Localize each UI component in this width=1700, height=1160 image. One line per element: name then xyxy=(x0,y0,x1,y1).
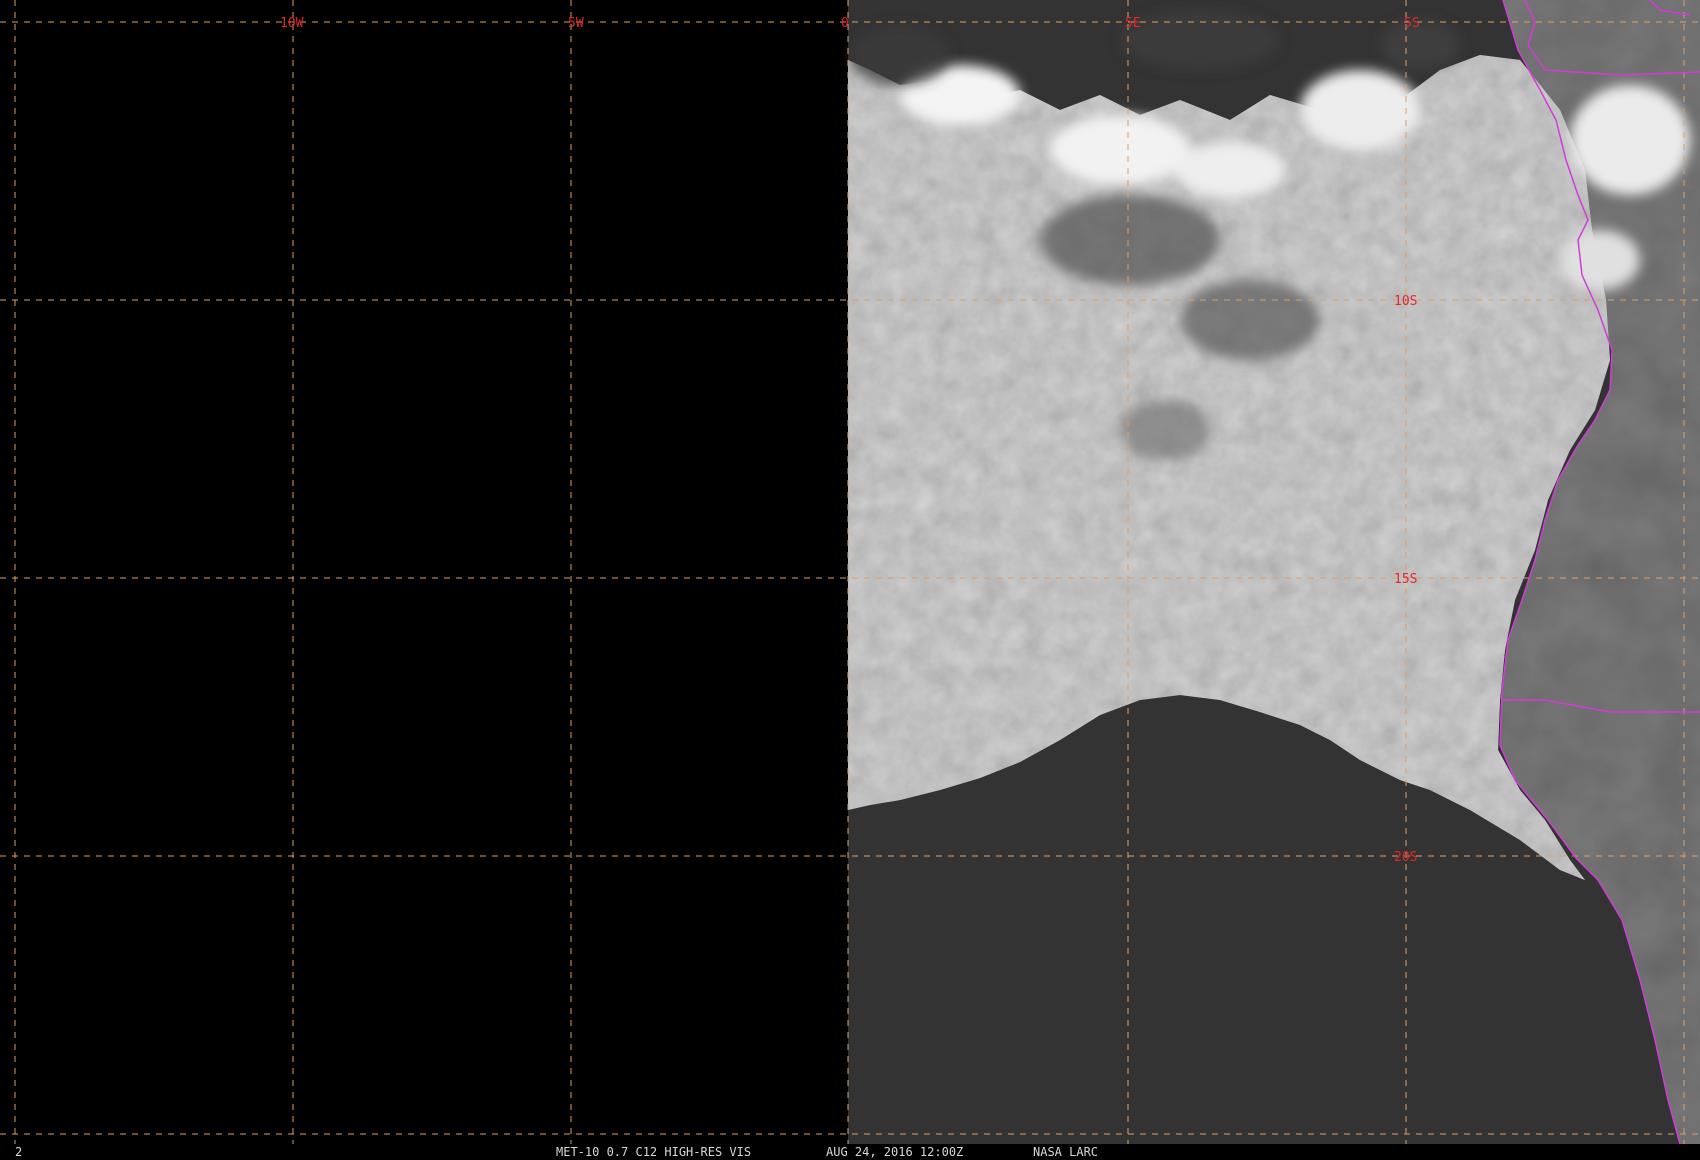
frame-number: 2 xyxy=(15,1145,23,1159)
image-info-bar: 2 MET-10 0.7 C12 HIGH-RES VIS AUG 24, 20… xyxy=(0,1144,1700,1160)
lat-label-20s: 20S xyxy=(1394,850,1417,865)
no-data-area xyxy=(0,0,848,1144)
lat-label-15s: 15S xyxy=(1394,572,1417,587)
lon-label-5e: 5E xyxy=(1125,16,1141,31)
lon-label-10w: 10W xyxy=(280,16,304,31)
lat-label-10s: 10S xyxy=(1394,294,1417,309)
satellite-image-viewer: 10W 5W 0 5E 5S 10S 15S 20S 2 MET-10 0.7 … xyxy=(0,0,1700,1160)
satellite-map: 10W 5W 0 5E 5S 10S 15S 20S xyxy=(0,0,1700,1145)
lon-label-5w: 5W xyxy=(568,16,584,31)
lon-label-0: 0 xyxy=(841,16,849,31)
product-label: MET-10 0.7 C12 HIGH-RES VIS xyxy=(556,1145,752,1159)
source-label: NASA LARC xyxy=(1033,1145,1099,1159)
datetime-label: AUG 24, 2016 12:00Z xyxy=(826,1145,964,1159)
lat-label-5s: 5S xyxy=(1404,16,1420,31)
